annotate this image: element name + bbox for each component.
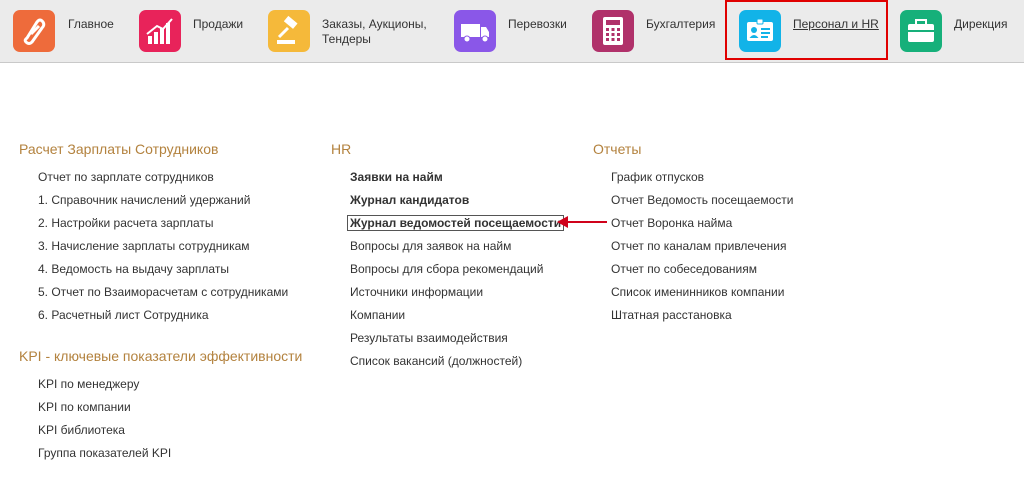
top-nav-bar: Главное Продажи Заказы, Аукционы, Тендер… — [0, 0, 1024, 63]
hr-link-attendance-journal[interactable]: Журнал ведомостей посещаемости — [347, 215, 565, 231]
gavel-icon — [268, 10, 310, 52]
report-link-birthdays[interactable]: Список именинников компании — [611, 285, 784, 299]
hr-link-interaction-results[interactable]: Результаты взаимодействия — [350, 331, 508, 345]
payroll-link-accruals[interactable]: 1. Справочник начислений удержаний — [38, 193, 250, 207]
report-link-hiring-funnel[interactable]: Отчет Воронка найма — [611, 216, 732, 230]
section-title-reports: Отчеты — [593, 141, 642, 157]
nav-item-sales[interactable]: Продажи — [139, 0, 254, 62]
hr-link-companies[interactable]: Компании — [350, 308, 405, 322]
section-title-kpi: KPI - ключевые показатели эффективности — [19, 348, 303, 364]
kpi-link-library[interactable]: KPI библиотека — [38, 423, 125, 437]
logo-icon — [13, 10, 55, 52]
payroll-link-payout[interactable]: 4. Ведомость на выдачу зарплаты — [38, 262, 229, 276]
report-link-channels[interactable]: Отчет по каналам привлечения — [611, 239, 786, 253]
truck-icon — [454, 10, 496, 52]
hr-link-referral-questions[interactable]: Вопросы для сбора рекомендаций — [350, 262, 543, 276]
report-link-attendance[interactable]: Отчет Ведомость посещаемости — [611, 193, 793, 207]
hr-link-info-sources[interactable]: Источники информации — [350, 285, 483, 299]
calculator-icon — [592, 10, 634, 52]
hr-link-candidates-journal[interactable]: Журнал кандидатов — [350, 193, 469, 207]
briefcase-icon — [900, 10, 942, 52]
report-link-vacation-schedule[interactable]: График отпусков — [611, 170, 704, 184]
kpi-link-company[interactable]: KPI по компании — [38, 400, 131, 414]
nav-item-orders[interactable]: Заказы, Аукционы, Тендеры — [268, 0, 438, 62]
nav-item-main[interactable]: Главное — [13, 0, 123, 62]
payroll-link-report[interactable]: Отчет по зарплате сотрудников — [38, 170, 214, 184]
section-title-hr: HR — [331, 141, 352, 157]
payroll-link-payslip[interactable]: 6. Расчетный лист Сотрудника — [38, 308, 209, 322]
report-link-staffing[interactable]: Штатная расстановка — [611, 308, 732, 322]
nav-item-hr[interactable]: Персонал и HR — [739, 0, 884, 62]
nav-label-main: Главное — [68, 17, 114, 31]
nav-item-accounting[interactable]: Бухгалтерия — [592, 0, 722, 62]
nav-item-management[interactable]: Дирекция — [900, 0, 1024, 62]
payroll-link-settings[interactable]: 2. Настройки расчета зарплаты — [38, 216, 214, 230]
hr-link-hiring-questions[interactable]: Вопросы для заявок на найм — [350, 239, 511, 253]
report-link-interviews[interactable]: Отчет по собеседованиям — [611, 262, 757, 276]
nav-item-transport[interactable]: Перевозки — [454, 0, 574, 62]
sales-chart-icon — [139, 10, 181, 52]
kpi-link-indicator-group[interactable]: Группа показателей KPI — [38, 446, 171, 460]
section-title-payroll: Расчет Зарплаты Сотрудников — [19, 141, 219, 157]
payroll-link-settlements[interactable]: 5. Отчет по Взаиморасчетам с сотрудникам… — [38, 285, 288, 299]
nav-label-hr: Персонал и HR — [793, 17, 879, 31]
nav-label-transport: Перевозки — [508, 17, 567, 31]
badge-icon — [739, 10, 781, 52]
nav-label-sales: Продажи — [193, 17, 244, 31]
nav-label-accounting: Бухгалтерия — [646, 17, 716, 31]
hr-link-hiring-requests[interactable]: Заявки на найм — [350, 170, 443, 184]
nav-label-management: Дирекция — [954, 17, 1008, 31]
kpi-link-manager[interactable]: KPI по менеджеру — [38, 377, 139, 391]
nav-label-orders: Заказы, Аукционы, Тендеры — [322, 17, 427, 46]
annotation-arrow-icon — [557, 216, 607, 228]
payroll-link-calculation[interactable]: 3. Начисление зарплаты сотрудникам — [38, 239, 250, 253]
hr-link-vacancies[interactable]: Список вакансий (должностей) — [350, 354, 522, 368]
